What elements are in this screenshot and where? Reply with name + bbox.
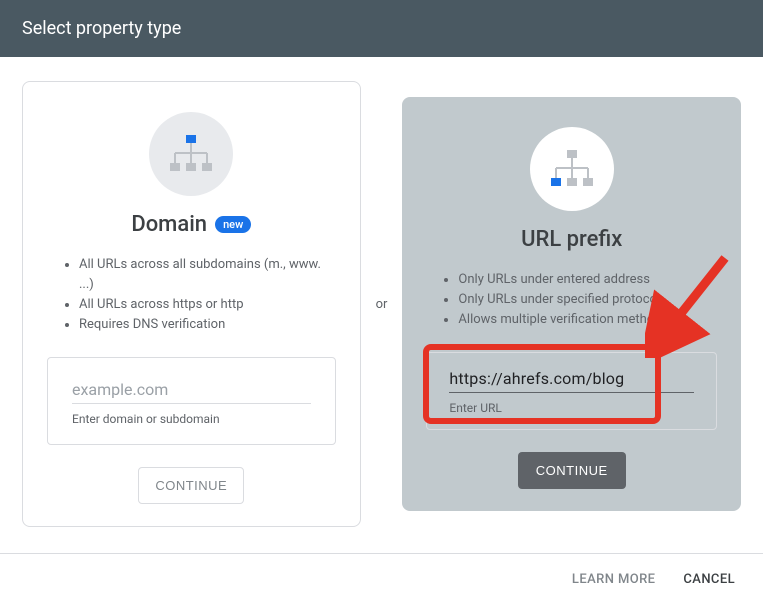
dialog-content: Domain new All URLs across all subdomain…: [0, 57, 763, 535]
dialog-header: Select property type: [0, 0, 763, 57]
domain-hint: Enter domain or subdomain: [72, 412, 311, 426]
domain-continue-button[interactable]: CONTINUE: [138, 467, 244, 504]
domain-features: All URLs across all subdomains (m., www.…: [47, 255, 336, 335]
url-features: Only URLs under entered address Only URL…: [426, 270, 717, 330]
url-prefix-icon: [530, 127, 614, 211]
domain-feature: All URLs across https or http: [79, 295, 336, 315]
domain-input[interactable]: example.com: [72, 380, 311, 404]
url-feature: Allows multiple verification methods: [458, 310, 717, 330]
url-continue-button[interactable]: CONTINUE: [518, 452, 626, 489]
url-hint: Enter URL: [449, 401, 694, 415]
property-card-domain[interactable]: Domain new All URLs across all subdomain…: [22, 81, 361, 527]
domain-icon: [149, 112, 233, 196]
domain-input-area[interactable]: example.com Enter domain or subdomain: [47, 357, 336, 445]
learn-more-link[interactable]: LEARN MORE: [572, 572, 655, 587]
domain-feature: All URLs across all subdomains (m., www.…: [79, 255, 336, 295]
new-badge: new: [215, 216, 251, 233]
property-card-url-prefix[interactable]: URL prefix Only URLs under entered addre…: [402, 97, 741, 511]
url-input[interactable]: https://ahrefs.com/blog: [449, 369, 694, 393]
url-input-area[interactable]: https://ahrefs.com/blog Enter URL: [426, 352, 717, 430]
dialog-title: Select property type: [22, 18, 181, 39]
domain-title-row: Domain new: [47, 212, 336, 237]
cancel-button[interactable]: CANCEL: [683, 572, 735, 587]
url-title-row: URL prefix: [426, 227, 717, 252]
domain-feature: Requires DNS verification: [79, 315, 336, 335]
or-divider: or: [376, 297, 388, 312]
url-feature: Only URLs under entered address: [458, 270, 717, 290]
dialog-footer: LEARN MORE CANCEL: [0, 553, 763, 605]
domain-title: Domain: [131, 212, 207, 237]
url-feature: Only URLs under specified protocol: [458, 290, 717, 310]
url-title: URL prefix: [521, 227, 622, 252]
